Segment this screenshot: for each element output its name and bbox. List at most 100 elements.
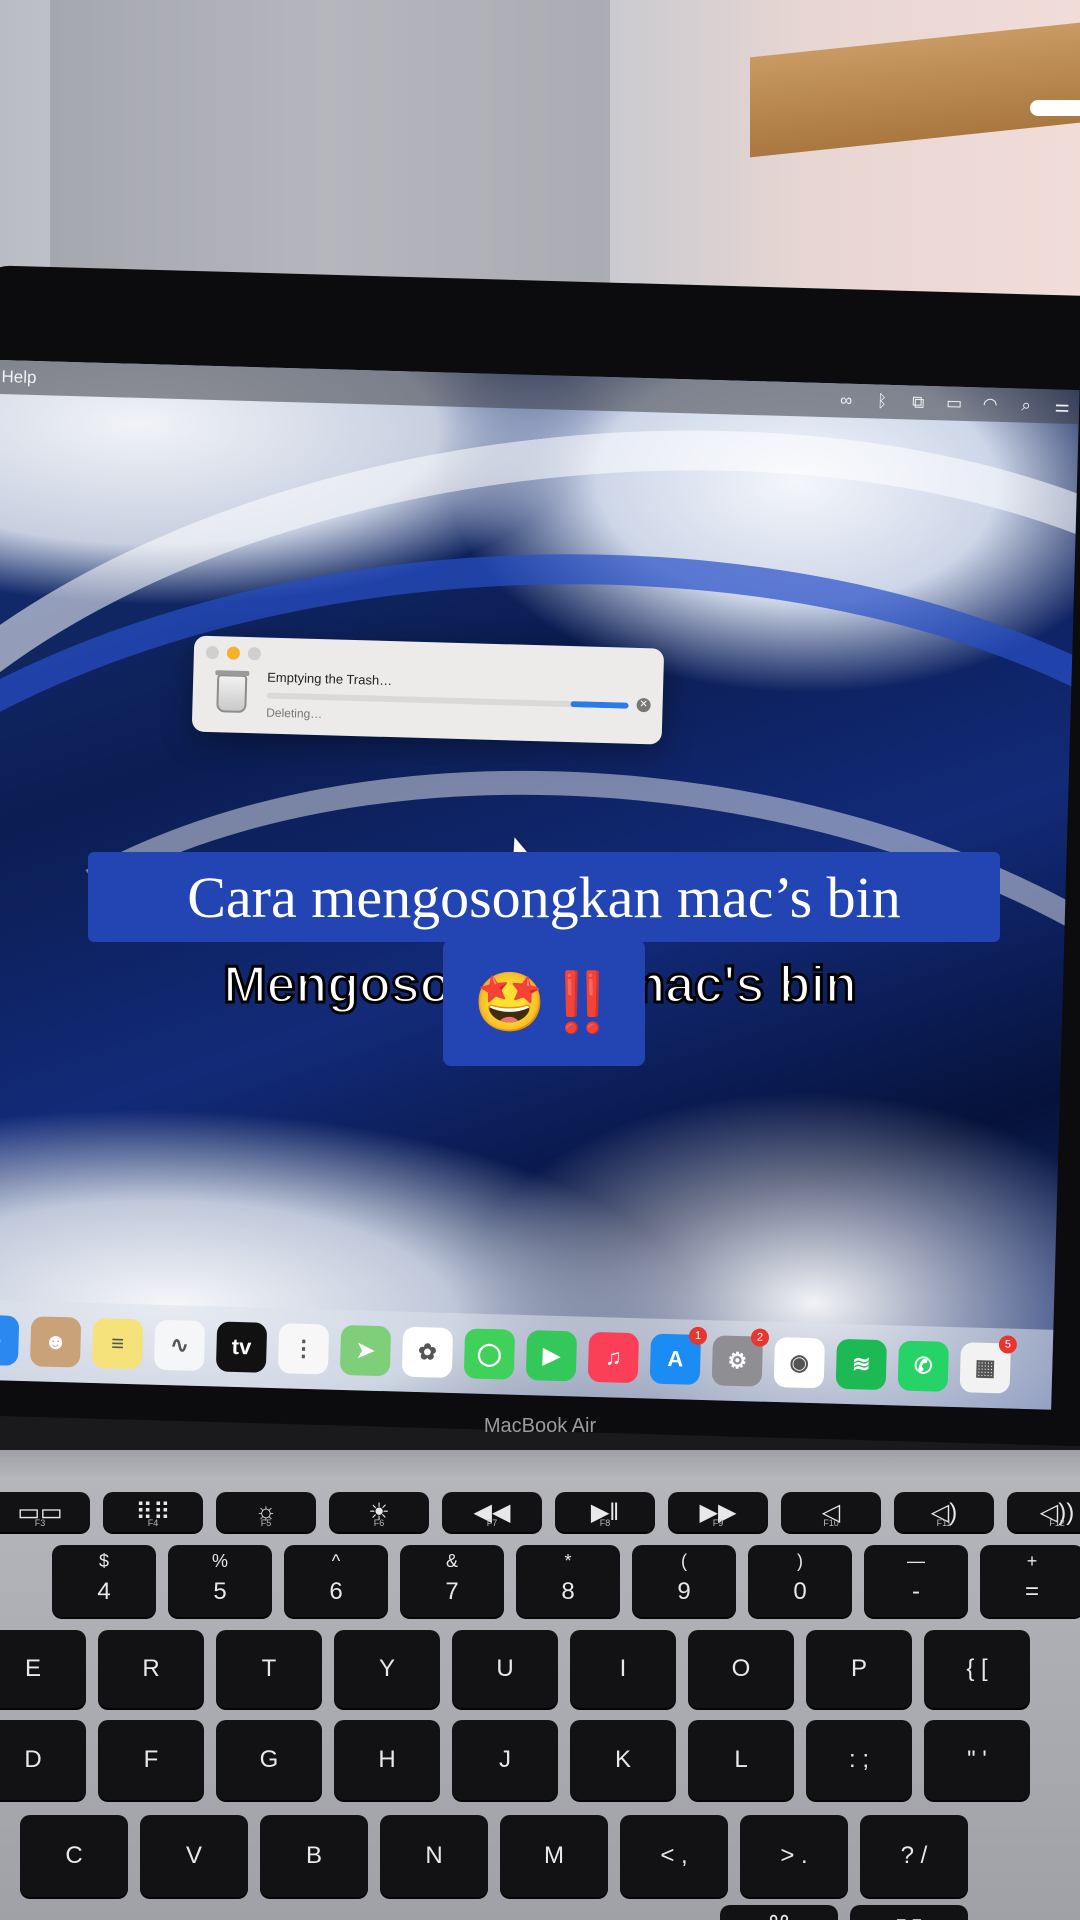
caption-text: Cara mengosongkan mac’s bin bbox=[187, 864, 901, 930]
key-fn-label: F10 bbox=[823, 1518, 839, 1528]
key-5[interactable]: % 5 bbox=[168, 1545, 272, 1617]
key-label: 8 bbox=[561, 1578, 575, 1605]
key-row-qwerty[interactable]: E bbox=[0, 1630, 86, 1708]
key-row-zxcv[interactable]: N bbox=[380, 1815, 488, 1897]
dock-app-contacts[interactable]: ☻ bbox=[29, 1316, 82, 1368]
dock-app-notes[interactable]: ≡ bbox=[91, 1317, 144, 1370]
key-fn-label: F4 bbox=[147, 1518, 159, 1528]
key-fn-label: F9 bbox=[712, 1518, 724, 1528]
function-key-f11[interactable]: ◁) F11 bbox=[894, 1492, 994, 1532]
key-label: R bbox=[142, 1655, 160, 1682]
dock-app-spotify[interactable]: ≋ bbox=[835, 1338, 887, 1391]
dock-app-system-settings[interactable]: ⚙ 2 bbox=[711, 1328, 770, 1387]
dock-app-reminders[interactable]: ⋮ bbox=[277, 1323, 330, 1375]
key-6[interactable]: ^ 6 bbox=[284, 1545, 388, 1617]
key-row-asdf[interactable]: : ; bbox=[806, 1720, 912, 1800]
function-key-f3[interactable]: ▭▭ F3 bbox=[0, 1492, 90, 1532]
dock-app-freeform[interactable]: ∿ bbox=[153, 1319, 206, 1372]
key-row-qwerty[interactable]: { [ bbox=[924, 1630, 1030, 1708]
key-=[interactable]: + = bbox=[980, 1545, 1080, 1617]
key-row-asdf[interactable]: L bbox=[688, 1720, 794, 1800]
dock-app-messages[interactable]: ◯ bbox=[463, 1328, 516, 1380]
function-key-f7[interactable]: ◀◀ F7 bbox=[442, 1492, 542, 1532]
function-key-f9[interactable]: ▶▶ F9 bbox=[668, 1492, 768, 1532]
key-row-zxcv[interactable]: C bbox=[20, 1815, 128, 1897]
key-row-zxcv[interactable]: ? / bbox=[860, 1815, 968, 1897]
search-icon[interactable]: ⌕ bbox=[1017, 395, 1036, 415]
bluetooth-icon[interactable]: ᛒ bbox=[873, 391, 892, 411]
key-row-zxcv[interactable]: < , bbox=[620, 1815, 728, 1897]
key-label: ⌘ bbox=[767, 1911, 791, 1920]
key-8[interactable]: * 8 bbox=[516, 1545, 620, 1617]
chrome-icon: ◉ bbox=[789, 1349, 810, 1375]
function-key-f6[interactable]: ☀ F6 bbox=[329, 1492, 429, 1532]
key-row-qwerty[interactable]: T bbox=[216, 1630, 322, 1708]
function-key-f10[interactable]: ◁ F10 bbox=[781, 1492, 881, 1532]
dock-app-app-store[interactable]: A1 bbox=[649, 1326, 708, 1385]
key-row-asdf[interactable]: H bbox=[334, 1720, 440, 1800]
screen-mirror-icon[interactable]: ⧉ bbox=[909, 392, 928, 412]
key-row-zxcv[interactable]: M bbox=[500, 1815, 608, 1897]
key-label: J bbox=[499, 1746, 511, 1773]
key-4[interactable]: $4 bbox=[52, 1545, 156, 1617]
key-row-zxcv[interactable]: B bbox=[260, 1815, 368, 1897]
dock-app-maps[interactable]: ➤ bbox=[339, 1324, 392, 1377]
dock-app-chrome[interactable]: ◉ bbox=[773, 1337, 826, 1389]
key-row-qwerty[interactable]: P bbox=[806, 1630, 912, 1708]
close-button[interactable] bbox=[205, 645, 220, 660]
key-label: : ; bbox=[848, 1746, 869, 1773]
key-row-qwerty[interactable]: O bbox=[688, 1630, 794, 1708]
key-row-asdf[interactable]: G bbox=[216, 1720, 322, 1800]
function-key-f5[interactable]: ☼ F5 bbox=[216, 1492, 316, 1532]
caption-banner: Cara mengosongkan mac’s bin bbox=[88, 852, 1000, 942]
option-key[interactable]: ⌥ bbox=[850, 1905, 968, 1920]
wifi-icon[interactable]: ◠ bbox=[981, 394, 1000, 414]
key-fn-label: F6 bbox=[373, 1518, 385, 1528]
dock-app-finder[interactable]: ☺ bbox=[0, 1314, 20, 1366]
notification-badge: 2 bbox=[750, 1328, 770, 1347]
function-key-f8[interactable]: ▶‖ F8 bbox=[555, 1492, 655, 1532]
key-label: P bbox=[850, 1655, 867, 1682]
key-9[interactable]: (9 bbox=[632, 1545, 736, 1617]
key-row-asdf[interactable]: D bbox=[0, 1720, 86, 1800]
dock-app-microsoft-office[interactable]: ▦ 5 bbox=[959, 1335, 1018, 1394]
key-row-zxcv[interactable]: V bbox=[140, 1815, 248, 1897]
dock-app-whatsapp[interactable]: ✆ bbox=[897, 1340, 949, 1392]
dialog-title: Emptying the Trash… bbox=[267, 669, 393, 689]
key-label: F bbox=[143, 1746, 159, 1773]
key-shift-label: — bbox=[907, 1551, 925, 1571]
cancel-icon[interactable]: ✕ bbox=[636, 697, 651, 713]
control-center-icon[interactable]: ⚌ bbox=[1053, 396, 1072, 416]
key-label: B bbox=[305, 1842, 322, 1869]
function-key-f12[interactable]: ◁)) F12 bbox=[1007, 1492, 1080, 1532]
key-fn-label: F3 bbox=[34, 1518, 46, 1528]
key-row-asdf[interactable]: " ' bbox=[924, 1720, 1030, 1800]
key-7[interactable]: & 7 bbox=[400, 1545, 504, 1617]
key-label: 6 bbox=[329, 1578, 343, 1605]
key-label: T bbox=[261, 1655, 277, 1682]
dock-app-photos[interactable]: ✿ bbox=[401, 1326, 454, 1379]
key-label: 0 bbox=[793, 1578, 807, 1605]
key-row-asdf[interactable]: F bbox=[98, 1720, 204, 1800]
minimize-button[interactable] bbox=[226, 646, 241, 660]
command-key[interactable]: ⌘ bbox=[720, 1905, 838, 1920]
battery-icon[interactable]: ▭ bbox=[945, 393, 964, 413]
key-row-qwerty[interactable]: Y bbox=[334, 1630, 440, 1708]
creative-cloud-icon[interactable]: ∞ bbox=[837, 390, 856, 410]
key-row-qwerty[interactable]: I bbox=[570, 1630, 676, 1708]
key-row-zxcv[interactable]: > . bbox=[740, 1815, 848, 1897]
wooden-shelf bbox=[750, 22, 1080, 158]
key-row-asdf[interactable]: J bbox=[452, 1720, 558, 1800]
key-0[interactable]: ) 0 bbox=[748, 1545, 852, 1617]
key-row-qwerty[interactable]: R bbox=[98, 1630, 204, 1708]
function-key-f4[interactable]: ⠿⠿ F4 bbox=[103, 1492, 203, 1532]
zoom-button[interactable] bbox=[247, 647, 262, 661]
maps-icon: ➤ bbox=[355, 1337, 376, 1363]
key-row-qwerty[interactable]: U bbox=[452, 1630, 558, 1708]
dock-app-facetime[interactable]: ▶ bbox=[525, 1330, 578, 1382]
key-row-asdf[interactable]: K bbox=[570, 1720, 676, 1800]
dock-app-apple-tv[interactable]: tv bbox=[215, 1321, 268, 1373]
key--[interactable]: — - bbox=[864, 1545, 968, 1617]
dock-app-music[interactable]: ♫ bbox=[587, 1331, 640, 1384]
menu-help[interactable]: Help bbox=[0, 367, 36, 388]
